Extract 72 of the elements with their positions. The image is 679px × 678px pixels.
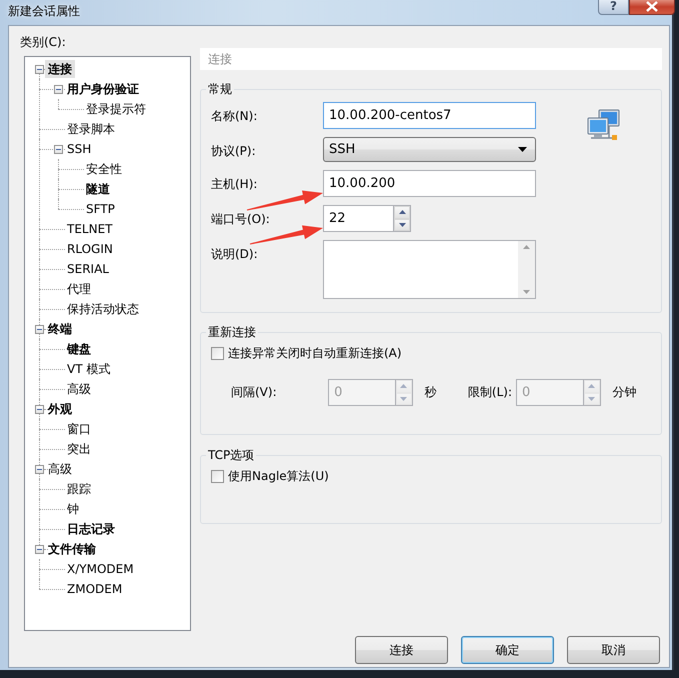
panel-title: 连接 <box>200 48 662 70</box>
up-arrow-icon <box>400 384 408 388</box>
window-title: 新建会话属性 <box>8 3 80 20</box>
up-arrow-icon <box>588 384 596 388</box>
tree-item[interactable]: ZMODEM <box>64 580 126 598</box>
number-field[interactable]: 22 <box>323 205 393 232</box>
tree-item[interactable]: 窗口 <box>64 420 94 438</box>
tree-item[interactable]: SSH <box>64 140 94 158</box>
field-label: 端口号(O): <box>211 211 271 228</box>
tree-item[interactable]: 安全性 <box>83 160 125 178</box>
dialog-button[interactable]: 连接 <box>355 636 448 664</box>
spin-down-button[interactable] <box>394 218 410 231</box>
tree-item[interactable]: X/YMODEM <box>64 560 137 578</box>
group-title: 重新连接 <box>206 325 258 339</box>
input-field[interactable]: 10.00.200 <box>323 170 536 197</box>
field-label: 说明(D): <box>211 246 259 263</box>
field-label: 限制(L): <box>468 384 513 401</box>
tree-item[interactable]: VT 模式 <box>64 360 114 378</box>
description-field[interactable] <box>323 240 536 299</box>
caret-icon <box>518 147 527 152</box>
collapse-icon[interactable] <box>35 64 44 74</box>
field-label: 协议(P): <box>211 143 257 160</box>
tree-item[interactable]: 日志记录 <box>64 520 118 538</box>
help-button[interactable]: ? <box>598 0 629 15</box>
tree-item[interactable]: 外观 <box>45 400 75 418</box>
tree-item[interactable]: 钟 <box>64 500 82 518</box>
group-title: 常规 <box>206 82 234 96</box>
field-label: 主机(H): <box>211 176 258 193</box>
group-title: TCP选项 <box>206 448 256 462</box>
dialog-button[interactable]: 取消 <box>567 636 660 664</box>
checkbox[interactable]: 使用Nagle算法(U) <box>211 468 651 485</box>
protocol-dropdown[interactable]: SSH <box>323 137 536 162</box>
tree-item[interactable]: 隧道 <box>83 180 113 198</box>
collapse-icon[interactable] <box>35 464 44 474</box>
down-arrow-icon <box>400 396 408 401</box>
down-arrow-icon <box>588 396 596 401</box>
collapse-icon[interactable] <box>54 144 63 154</box>
tree-item[interactable]: 保持活动状态 <box>64 300 142 318</box>
tree-item[interactable]: 用户身份验证 <box>64 80 142 98</box>
tree-item[interactable]: TELNET <box>64 220 116 238</box>
collapse-icon[interactable] <box>35 544 44 554</box>
unit-label: 分钟 <box>612 384 638 401</box>
tree-item[interactable]: 登录脚本 <box>64 120 118 138</box>
up-arrow-icon <box>398 210 406 214</box>
tree-item[interactable]: 高级 <box>64 380 94 398</box>
spin-up-button[interactable] <box>394 206 410 218</box>
tree-item[interactable]: 代理 <box>64 280 94 298</box>
field-label: 名称(N): <box>211 108 258 125</box>
network-computers-icon <box>586 109 620 141</box>
tree-item[interactable]: 终端 <box>45 320 75 338</box>
tree-item[interactable]: 登录提示符 <box>83 100 149 118</box>
input-field[interactable]: 10.00.200-centos7 <box>323 102 536 129</box>
tree-item[interactable]: 文件传输 <box>45 540 99 558</box>
tree-item[interactable]: SERIAL <box>64 260 112 278</box>
close-button[interactable] <box>629 0 675 15</box>
tree-item[interactable]: 键盘 <box>64 340 94 358</box>
checkbox[interactable]: 连接异常关闭时自动重新连接(A) <box>211 345 651 362</box>
tree-item[interactable]: SFTP <box>83 200 118 218</box>
category-label: 类别(C): <box>20 35 67 51</box>
tree-item[interactable]: 连接 <box>45 60 75 78</box>
dialog-button[interactable]: 确定 <box>461 636 554 664</box>
unit-label: 秒 <box>424 384 438 401</box>
collapse-icon[interactable] <box>54 84 63 94</box>
close-icon <box>645 0 659 12</box>
collapse-icon[interactable] <box>35 404 44 414</box>
field-label: 间隔(V): <box>231 384 278 401</box>
tree-item[interactable]: 突出 <box>64 440 94 458</box>
down-arrow-icon <box>398 222 406 227</box>
tree-item[interactable]: 高级 <box>45 460 75 478</box>
tree-item[interactable]: 跟踪 <box>64 480 94 498</box>
collapse-icon[interactable] <box>35 324 44 334</box>
tree-item[interactable]: RLOGIN <box>64 240 116 258</box>
